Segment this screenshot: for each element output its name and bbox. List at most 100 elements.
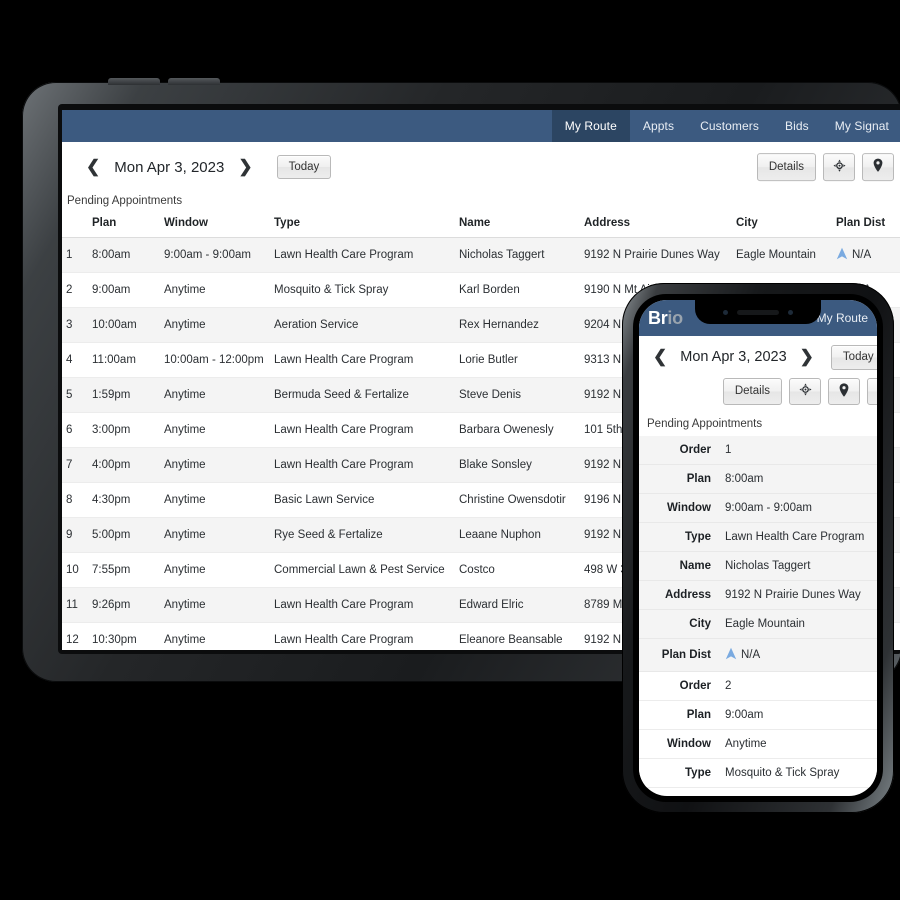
phone-field-value[interactable]: Lawn Health Care Program [721,522,877,553]
phone-field-row[interactable]: Plan Dist N/A [639,638,877,673]
col-header-window[interactable]: Window [160,211,270,238]
col-header-address[interactable]: Address [580,211,732,238]
phone-field-key: Window [639,729,721,760]
map-pin-icon [839,383,849,401]
phone-today-button[interactable]: Today [830,345,877,370]
phone-screen: Brio My Route ❮ Mon Apr 3, 2023 ❯ Today … [639,300,877,796]
phone-field-row[interactable]: Window 9:00am - 9:00am [639,493,877,524]
phone-field-value: N/A [721,638,877,673]
cell-index: 7 [62,447,88,483]
tab-my-signature[interactable]: My Signat [822,110,900,142]
phone-field-key: Window [639,493,721,524]
cell-plan: 9:26pm [88,587,160,623]
tab-my-route[interactable]: My Route [551,110,630,142]
col-header-index[interactable] [62,211,88,238]
phone-field-key: Type [639,522,721,553]
cell-type[interactable]: Lawn Health Care Program [270,237,455,273]
tab-bids[interactable]: Bids [772,110,822,142]
cell-window: Anytime [160,447,270,483]
cell-name[interactable]: Barbara Owenesly [455,412,580,448]
phone-map-button[interactable] [828,377,860,406]
cell-index: 3 [62,307,88,343]
cell-name[interactable]: Christine Owensdotir [455,482,580,518]
phone-field-row[interactable]: Plan 9:00am [639,700,877,731]
cell-type[interactable]: Lawn Health Care Program [270,447,455,483]
phone-field-key: Plan [639,464,721,495]
phone-locate-button[interactable] [789,377,821,406]
tablet-toolbar-actions: Details [756,153,894,181]
brio-logo: Brio [648,308,683,329]
phone-field-row[interactable]: Type Lawn Health Care Program [639,522,877,553]
phone-field-row[interactable]: Plan 8:00am [639,464,877,495]
cell-index: 1 [62,237,88,273]
cell-name[interactable]: Karl Borden [455,272,580,308]
tab-appts[interactable]: Appts [630,110,687,142]
camera-dot-left-icon [723,309,728,315]
table-row[interactable]: 1 8:00am 9:00am - 9:00am Lawn Health Care P… [62,237,900,273]
col-header-plandist[interactable]: Plan Dist [832,211,900,238]
phone-field-row[interactable]: Address 9192 N Prairie Dunes Way [639,580,877,611]
phone-plan-dist-value: N/A [741,649,761,662]
cell-type[interactable]: Lawn Health Care Program [270,412,455,448]
cell-name[interactable]: Edward Elric [455,587,580,623]
phone-extra-button[interactable] [867,377,877,406]
col-header-type[interactable]: Type [270,211,455,238]
cell-name[interactable]: Lorie Butler [455,342,580,378]
cell-name[interactable]: Blake Sonsley [455,447,580,483]
cell-name[interactable]: Costco [455,552,580,588]
cell-type[interactable]: Basic Lawn Service [270,482,455,518]
cell-plan: 10:00am [88,307,160,343]
tab-customers[interactable]: Customers [687,110,772,142]
prev-day-icon[interactable]: ❮ [78,155,108,179]
phone-field-row[interactable]: Type Mosquito & Tick Spray [639,758,877,789]
locate-button[interactable] [823,153,855,181]
col-header-city[interactable]: City [732,211,832,238]
cell-index: 6 [62,412,88,448]
table-header-row: Plan Window Type Name Address City Plan … [62,211,900,238]
phone-field-value[interactable]: Nicholas Taggert [721,551,877,582]
cell-window: Anytime [160,307,270,343]
cell-type[interactable]: Lawn Health Care Program [270,587,455,623]
cell-type[interactable]: Lawn Health Care Program [270,622,455,650]
phone-field-row[interactable]: City Eagle Mountain [639,609,877,640]
phone-field-row[interactable]: Name Nicholas Taggert [639,551,877,582]
phone-prev-day-icon[interactable]: ❮ [645,345,675,369]
cell-window: Anytime [160,272,270,308]
cell-name[interactable]: Nicholas Taggert [455,237,580,273]
details-button[interactable]: Details [756,153,816,181]
cell-type[interactable]: Rye Seed & Fertalize [270,517,455,553]
cell-name[interactable]: Leaane Nuphon [455,517,580,553]
phone-field-row[interactable]: Order 2 [639,671,877,702]
cell-name[interactable]: Rex Hernandez [455,307,580,343]
phone-field-row[interactable]: Order 1 [639,436,877,466]
phone-next-day-icon[interactable]: ❯ [792,345,822,369]
phone-nav-my-route[interactable]: My Route [817,311,868,325]
phone-current-date-label: Mon Apr 3, 2023 [680,349,787,366]
cell-window: 9:00am - 9:00am [160,237,270,273]
tablet-top-nav: My Route Appts Customers Bids My Signat [62,110,900,142]
map-button[interactable] [862,153,894,181]
phone-notch [695,300,821,324]
cell-name[interactable]: Steve Denis [455,377,580,413]
phone-field-row[interactable]: Window Anytime [639,729,877,760]
today-button[interactable]: Today [276,154,332,180]
phone-details-button[interactable]: Details [722,377,782,406]
col-header-name[interactable]: Name [455,211,580,238]
earpiece-speaker [737,309,779,315]
cell-type[interactable]: Aeration Service [270,307,455,343]
cell-type[interactable]: Commercial Lawn & Pest Service [270,552,455,588]
col-header-plan[interactable]: Plan [88,211,160,238]
cell-type[interactable]: Mosquito & Tick Spray [270,272,455,308]
cell-type[interactable]: Bermuda Seed & Fertalize [270,377,455,413]
cell-window: Anytime [160,517,270,553]
cell-name[interactable]: Eleanore Beansable [455,622,580,650]
cell-index: 12 [62,622,88,650]
cell-type[interactable]: Lawn Health Care Program [270,342,455,378]
cell-plan: 9:00am [88,272,160,308]
cell-plan: 1:59pm [88,377,160,413]
phone-pending-appointments-label: Pending Appointments [647,418,763,431]
cell-index: 10 [62,552,88,588]
next-day-icon[interactable]: ❯ [230,155,260,179]
phone-field-value[interactable]: Mosquito & Tick Spray [721,758,877,789]
cell-plan: 5:00pm [88,517,160,553]
